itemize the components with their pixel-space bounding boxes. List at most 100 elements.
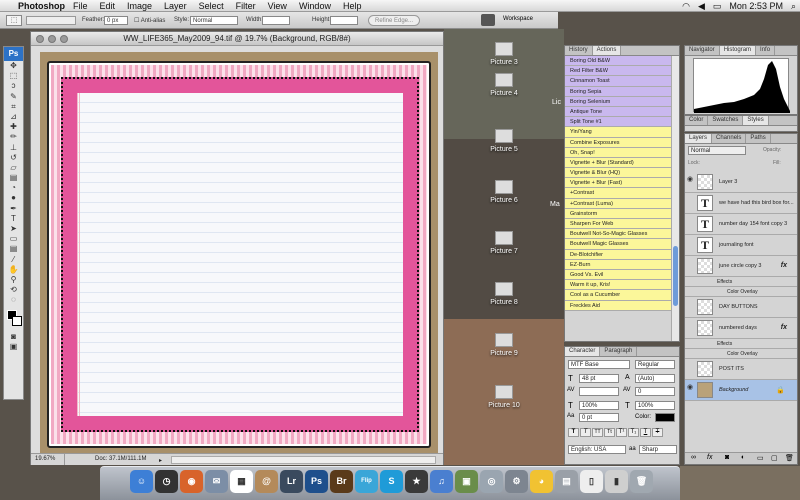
stamp-tool-icon[interactable]: ⊥ <box>4 143 23 153</box>
small-caps-button[interactable]: Tt <box>604 428 615 437</box>
tracking-input[interactable]: 0 <box>635 387 675 396</box>
itunes-icon[interactable]: ♫ <box>430 470 453 493</box>
action-item[interactable]: Boring Sepia <box>565 86 671 97</box>
zoom-level[interactable]: 19.67% <box>35 454 65 465</box>
tab-paragraph[interactable]: Paragraph <box>600 347 638 356</box>
action-item[interactable]: Antique Tone <box>565 106 671 118</box>
clock[interactable]: Mon 2:53 PM <box>729 1 783 11</box>
subscript-button[interactable]: T₁ <box>628 428 639 437</box>
shape-tool-icon[interactable]: ▭ <box>4 234 23 244</box>
bridge-button[interactable] <box>481 14 495 26</box>
menu-view[interactable]: View <box>268 1 287 11</box>
action-item[interactable]: Vignette + Blur (Fast) <box>565 178 671 189</box>
3d-orbit-tool-icon[interactable]: ◌ <box>4 295 23 305</box>
layer-style-icon[interactable]: fx <box>707 454 712 461</box>
vertical-scale-input[interactable]: 100% <box>579 401 619 410</box>
action-item[interactable]: Split Tone #1 <box>565 117 671 128</box>
volume-icon[interactable]: ◀ <box>698 1 705 12</box>
zoom-tool-icon[interactable]: ⚲ <box>4 275 23 285</box>
visibility-eye-icon[interactable] <box>687 218 695 225</box>
antialias-select[interactable]: Sharp <box>639 445 677 454</box>
language-select[interactable]: English: USA <box>568 445 626 454</box>
font-family-select[interactable]: MTF Base <box>568 360 630 369</box>
cyberduck-icon[interactable]: ▤ <box>555 470 578 493</box>
action-item[interactable]: Vignette + Blur (Standard) <box>565 157 671 169</box>
skype-icon[interactable]: S <box>380 470 403 493</box>
wifi-icon[interactable]: ◠ <box>682 1 690 12</box>
desktop-icon-picture-8[interactable]: Picture 8 <box>474 282 534 306</box>
text-color-swatch[interactable] <box>655 413 675 422</box>
font-size-input[interactable]: 48 pt <box>579 374 619 383</box>
tab-paths[interactable]: Paths <box>746 134 771 143</box>
menu-filter[interactable]: Filter <box>236 1 256 11</box>
desktop-icon-label-partial[interactable]: Lic <box>552 99 561 106</box>
status-menu-arrow-icon[interactable]: ▸ <box>159 456 167 464</box>
menu-file[interactable]: File <box>73 1 88 11</box>
desktop-icon-picture-9[interactable]: Picture 9 <box>474 333 534 357</box>
photoshop-logo[interactable]: Ps <box>4 47 23 61</box>
menu-layer[interactable]: Layer <box>164 1 187 11</box>
tab-navigator[interactable]: Navigator <box>685 46 720 55</box>
adjustment-layer-icon[interactable]: ◐ <box>741 454 745 461</box>
action-item[interactable]: EZ-Burn <box>565 259 671 270</box>
action-item[interactable]: Cinnamon Toast <box>565 76 671 87</box>
tab-histogram[interactable]: Histogram <box>719 46 757 55</box>
action-item[interactable]: Red Filter B&W <box>565 66 671 77</box>
document-icon[interactable]: ▯ <box>580 470 603 493</box>
menu-image[interactable]: Image <box>127 1 152 11</box>
new-layer-icon[interactable]: ▢ <box>771 454 778 462</box>
layer-effect-row[interactable]: Color Overlay <box>685 349 797 359</box>
visibility-eye-icon[interactable]: ◉ <box>687 384 695 391</box>
photoshop-icon[interactable]: Ps <box>305 470 328 493</box>
healing-tool-icon[interactable]: ✚ <box>4 122 23 132</box>
tab-history[interactable]: History <box>565 46 593 55</box>
action-item[interactable]: Boring Selenium <box>565 96 671 107</box>
desktop-icon-picture-7[interactable]: Picture 7 <box>474 231 534 255</box>
action-item[interactable]: Boring Old B&W <box>565 56 671 67</box>
dashboard-icon[interactable]: ◷ <box>155 470 178 493</box>
lightroom-icon[interactable]: Lr <box>280 470 303 493</box>
blend-mode-select[interactable]: Normal <box>688 146 746 155</box>
font-style-select[interactable]: Regular <box>635 360 675 369</box>
desktop-icon-picture-3[interactable]: Picture 3 <box>474 42 534 66</box>
kerning-input[interactable] <box>579 387 619 396</box>
doc-size[interactable]: Doc: 37.1M/111.1M <box>95 454 146 465</box>
close-window-icon[interactable] <box>36 35 44 43</box>
action-item[interactable]: Boutwell Magic Glasses <box>565 239 671 250</box>
action-item[interactable]: De-Blotchifier <box>565 249 671 260</box>
strikethrough-button[interactable]: T <box>652 428 663 437</box>
finder-icon[interactable]: ☺ <box>130 470 153 493</box>
gradient-tool-icon[interactable]: ▤ <box>4 173 23 183</box>
layer-row[interactable]: june circle copy 3 fx <box>685 256 797 277</box>
horizontal-scale-input[interactable]: 100% <box>635 401 675 410</box>
address-book-icon[interactable]: @ <box>255 470 278 493</box>
screen-mode-icon[interactable]: ▣ <box>4 342 23 352</box>
layer-row[interactable]: numbered days fx <box>685 318 797 339</box>
visibility-eye-icon[interactable]: ◉ <box>687 176 695 183</box>
firefox-icon[interactable]: ◉ <box>180 470 203 493</box>
tab-info[interactable]: Info <box>756 46 776 55</box>
minimize-window-icon[interactable] <box>48 35 56 43</box>
menu-help[interactable]: Help <box>343 1 362 11</box>
new-group-icon[interactable]: ▭ <box>757 454 764 462</box>
layer-row[interactable]: Tnumber day 154 font copy 3 <box>685 214 797 235</box>
app-menu[interactable]: Photoshop <box>18 1 65 11</box>
action-item[interactable]: Freckles Aid <box>565 300 671 311</box>
layer-effect-row[interactable]: Color Overlay <box>685 287 797 297</box>
layer-effects-icon[interactable]: fx <box>781 262 787 269</box>
ical-icon[interactable]: ▦ <box>230 470 253 493</box>
marquee-tool-icon[interactable]: ⬚ <box>4 71 23 81</box>
height-input[interactable] <box>330 16 358 25</box>
document-canvas[interactable] <box>40 52 438 454</box>
desktop-icon-picture-10[interactable]: Picture 10 <box>474 385 534 409</box>
visibility-eye-icon[interactable] <box>687 322 695 329</box>
action-item[interactable]: Sharpen For Web <box>565 219 671 230</box>
history-brush-icon[interactable]: ↺ <box>4 153 23 163</box>
baseline-shift-input[interactable]: 0 pt <box>579 413 619 422</box>
faux-bold-button[interactable]: T <box>568 428 579 437</box>
quick-select-tool-icon[interactable]: ✎ <box>4 92 23 102</box>
refine-edge-button[interactable]: Refine Edge... <box>368 15 421 26</box>
desktop-icon-picture-6[interactable]: Picture 6 <box>474 180 534 204</box>
style-select[interactable]: Normal <box>190 16 238 25</box>
eyedropper-tool-icon[interactable]: ⁄ <box>4 255 23 265</box>
